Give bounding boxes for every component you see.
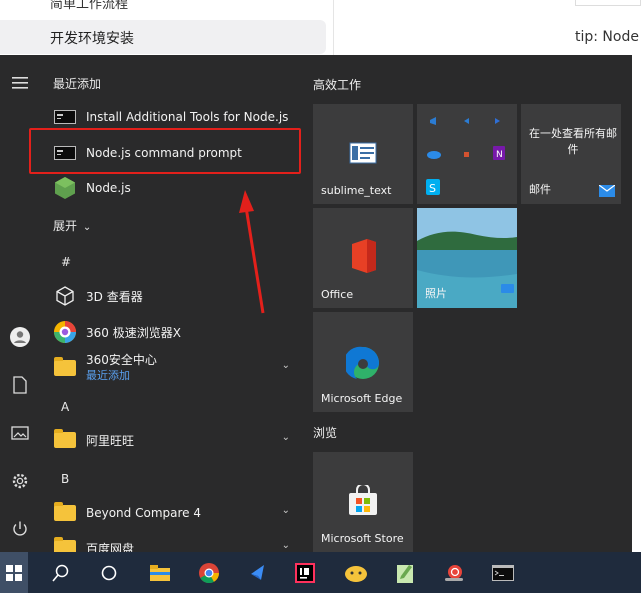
- tile-label: Microsoft Store: [321, 532, 404, 545]
- chrome-icon[interactable]: [186, 552, 232, 593]
- windows-logo-icon: [6, 564, 22, 581]
- taskbar: [0, 552, 641, 593]
- tile-label: Microsoft Edge: [321, 392, 403, 405]
- app-360-browser[interactable]: 360 极速浏览器X: [50, 315, 300, 349]
- edge-icon: [346, 346, 379, 379]
- app-label: 百度网盘: [86, 541, 135, 553]
- snail-app-icon[interactable]: [431, 552, 477, 593]
- settings-gear-icon[interactable]: [0, 461, 40, 501]
- code-block-edge: [575, 0, 641, 6]
- mail-tile-header: 在一处查看所有邮件: [529, 127, 617, 156]
- app-baidu-netdisk-folder[interactable]: 百度网盘 ⌄: [50, 531, 300, 552]
- app-label: 阿里旺旺: [86, 433, 135, 448]
- app-aliwangwang-folder[interactable]: 阿里旺旺 ⌄: [50, 423, 300, 457]
- office-icon: [352, 239, 376, 273]
- section-letter-hash[interactable]: #: [61, 255, 71, 269]
- app-label: Install Additional Tools for Node.js: [86, 110, 289, 124]
- aliwangwang-icon[interactable]: [333, 552, 379, 593]
- folder-icon: [53, 501, 77, 525]
- search-icon[interactable]: [38, 552, 84, 593]
- pictures-icon[interactable]: [0, 413, 40, 453]
- command-prompt-taskbar-icon[interactable]: [480, 552, 526, 593]
- chevron-down-icon: ⌄: [82, 222, 92, 233]
- app-label: 360安全中心: [86, 353, 157, 367]
- tile-photos[interactable]: 照片: [417, 208, 517, 308]
- app-360-security-folder[interactable]: 360安全中心 最近添加 ⌄: [50, 351, 300, 385]
- tile-mail[interactable]: 在一处查看所有邮件 邮件: [521, 104, 621, 204]
- tip-text: tip: Node: [575, 29, 639, 45]
- app-label: Beyond Compare 4: [86, 506, 201, 520]
- expand-toggle[interactable]: 展开 ⌄: [53, 217, 91, 234]
- folder-icon: [53, 356, 77, 380]
- tile-label: sublime_text: [321, 184, 392, 197]
- tile-label: 邮件: [529, 183, 551, 196]
- section-letter-a[interactable]: A: [61, 400, 69, 414]
- sidebar-item-prev[interactable]: 简单工作流程: [50, 0, 128, 12]
- chevron-down-icon: ⌄: [281, 540, 290, 551]
- tile-microsoft-edge[interactable]: Microsoft Edge: [313, 312, 413, 412]
- task-view-icon[interactable]: [86, 552, 132, 593]
- store-icon: [349, 485, 377, 515]
- app-label: Node.js: [86, 181, 131, 195]
- tile-label: 照片: [425, 287, 447, 300]
- docs-sidebar: 简单工作流程 开发环境安装: [0, 0, 333, 60]
- tile-microsoft-store[interactable]: Microsoft Store: [313, 452, 413, 552]
- recent-header: 最近添加: [53, 77, 102, 91]
- app-beyond-compare-folder[interactable]: Beyond Compare 4 ⌄: [50, 496, 300, 530]
- app-label: 360 极速浏览器X: [86, 325, 181, 340]
- annotation-highlight-box: [29, 128, 301, 174]
- folder-icon: [53, 536, 77, 552]
- tile-office-apps-folder[interactable]: N S: [417, 104, 517, 204]
- expand-label: 展开: [53, 219, 78, 233]
- svg-text:N: N: [496, 150, 503, 160]
- user-account-icon[interactable]: [0, 317, 40, 357]
- svg-text:S: S: [429, 182, 436, 195]
- office-apps-mini-icons: N S: [426, 117, 505, 195]
- chevron-down-icon: ⌄: [281, 360, 290, 371]
- hamburger-menu-icon[interactable]: [0, 63, 40, 103]
- sublime-text-icon: [349, 142, 377, 164]
- tile-group-productivity[interactable]: 高效工作: [313, 76, 361, 93]
- folder-icon: [53, 428, 77, 452]
- chevron-down-icon: ⌄: [281, 505, 290, 516]
- tile-sublime-text[interactable]: sublime_text: [313, 104, 413, 204]
- sidebar-item-active[interactable]: 开发环境安装: [0, 20, 326, 54]
- tile-label: Office: [321, 288, 354, 301]
- documents-icon[interactable]: [0, 365, 40, 405]
- windows-start-button[interactable]: [0, 552, 28, 593]
- cube-icon: [53, 284, 77, 308]
- power-icon[interactable]: [0, 509, 40, 549]
- nodejs-icon: [53, 176, 77, 200]
- app-label: 3D 查看器: [86, 289, 143, 304]
- mail-envelope-icon: [599, 185, 615, 197]
- intellij-idea-icon[interactable]: [282, 552, 328, 593]
- notepad-plus-icon[interactable]: [382, 552, 428, 593]
- section-letter-b[interactable]: B: [61, 472, 69, 486]
- sidebar-item-active-label: 开发环境安装: [50, 31, 134, 47]
- feishu-icon[interactable]: [235, 552, 281, 593]
- recently-added-tag: 最近添加: [86, 369, 130, 382]
- tile-office[interactable]: Office: [313, 208, 413, 308]
- annotation-arrow: [239, 190, 265, 314]
- cmd-icon: [53, 105, 77, 129]
- file-explorer-icon[interactable]: [137, 552, 183, 593]
- 360-browser-icon: [53, 320, 77, 344]
- chevron-down-icon: ⌄: [281, 432, 290, 443]
- tile-group-browse[interactable]: 浏览: [313, 424, 337, 441]
